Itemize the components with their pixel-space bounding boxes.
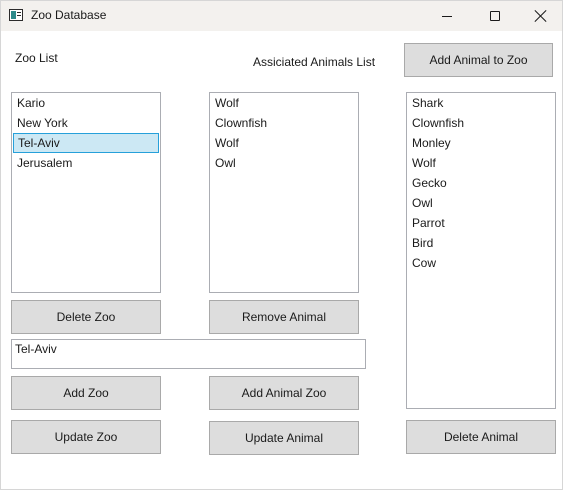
animal-list-item[interactable]: Bird bbox=[407, 233, 555, 253]
title-bar[interactable]: Zoo Database bbox=[1, 1, 562, 31]
minimize-icon bbox=[442, 15, 452, 17]
remove-animal-button[interactable]: Remove Animal bbox=[209, 300, 359, 334]
animal-list-item[interactable]: Cow bbox=[407, 253, 555, 273]
zoo-listbox[interactable]: Kario New York Tel-Aviv Jerusalem bbox=[11, 92, 161, 293]
name-input[interactable] bbox=[11, 339, 366, 369]
animal-list-item[interactable]: Wolf bbox=[407, 153, 555, 173]
minimize-button[interactable] bbox=[424, 1, 470, 31]
add-animal-zoo-button[interactable]: Add Animal Zoo bbox=[209, 376, 359, 410]
close-icon bbox=[535, 10, 547, 22]
add-zoo-button[interactable]: Add Zoo bbox=[11, 376, 161, 410]
associated-animals-listbox[interactable]: Wolf Clownfish Wolf Owl bbox=[209, 92, 359, 293]
animal-list-item[interactable]: Gecko bbox=[407, 173, 555, 193]
maximize-icon bbox=[490, 11, 500, 21]
app-window-icon bbox=[9, 9, 23, 21]
main-window: Zoo Database Zoo List Assiciated Animals… bbox=[0, 0, 563, 490]
close-button[interactable] bbox=[518, 1, 563, 31]
associated-animal-item[interactable]: Wolf bbox=[210, 133, 358, 153]
associated-animals-label: Assiciated Animals List bbox=[253, 55, 376, 69]
zoo-list-item[interactable]: New York bbox=[12, 113, 160, 133]
animal-list-item[interactable]: Shark bbox=[407, 93, 555, 113]
zoo-list-item[interactable]: Jerusalem bbox=[12, 153, 160, 173]
zoo-list-item[interactable]: Tel-Aviv bbox=[13, 133, 159, 153]
window-title: Zoo Database bbox=[31, 8, 107, 22]
update-zoo-button[interactable]: Update Zoo bbox=[11, 420, 161, 454]
animal-list-item[interactable]: Parrot bbox=[407, 213, 555, 233]
all-animals-listbox[interactable]: Shark Clownfish Monley Wolf Gecko Owl Parrot Bi… bbox=[406, 92, 556, 409]
animal-list-item[interactable]: Clownfish bbox=[407, 113, 555, 133]
associated-animal-item[interactable]: Clownfish bbox=[210, 113, 358, 133]
maximize-button[interactable] bbox=[472, 1, 518, 31]
animal-list-item[interactable]: Monley bbox=[407, 133, 555, 153]
associated-animal-item[interactable]: Wolf bbox=[210, 93, 358, 113]
associated-animal-item[interactable]: Owl bbox=[210, 153, 358, 173]
zoo-list-label: Zoo List bbox=[15, 51, 58, 65]
zoo-list-item[interactable]: Kario bbox=[12, 93, 160, 113]
add-animal-to-zoo-button[interactable]: Add Animal to Zoo bbox=[404, 43, 553, 77]
delete-zoo-button[interactable]: Delete Zoo bbox=[11, 300, 161, 334]
update-animal-button[interactable]: Update Animal bbox=[209, 421, 359, 455]
delete-animal-button[interactable]: Delete Animal bbox=[406, 420, 556, 454]
animal-list-item[interactable]: Owl bbox=[407, 193, 555, 213]
